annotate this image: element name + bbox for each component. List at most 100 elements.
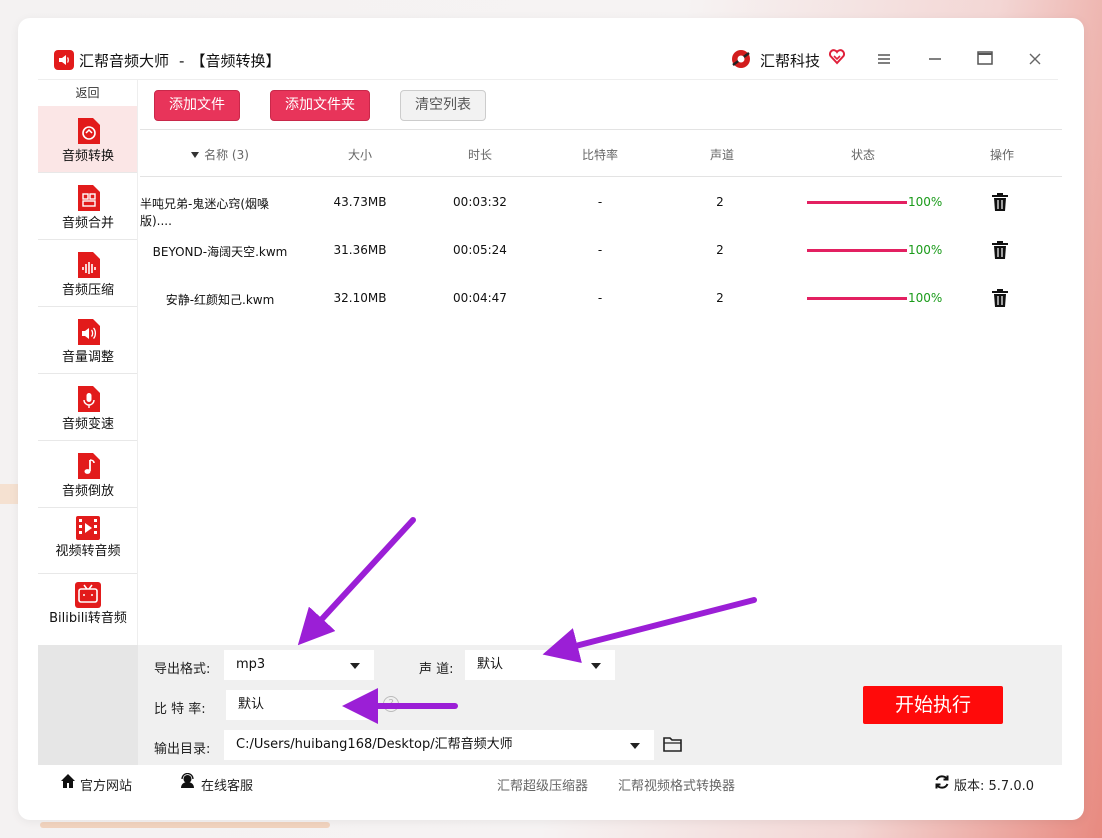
file-bitrate: - (597, 195, 603, 209)
file-size: 43.73MB (333, 195, 387, 209)
refresh-icon[interactable] (934, 774, 950, 790)
background-decoration-bottom (40, 822, 330, 828)
progress-bar (807, 201, 907, 204)
file-channel: 2 (716, 243, 724, 257)
sidebar-item-label: 音频转换 (61, 149, 114, 164)
add-file-button[interactable]: 添加文件 (154, 90, 240, 121)
sidebar-item-audio-merge[interactable]: 音频合并 (38, 173, 137, 240)
current-module: 【音频转换】 (190, 52, 281, 70)
add-folder-button[interactable]: 添加文件夹 (270, 90, 370, 121)
trash-icon[interactable] (992, 192, 1008, 211)
app-logo-icon (54, 50, 74, 70)
file-channel: 2 (716, 291, 724, 305)
progress-percent: 100% (908, 195, 943, 209)
column-name-header[interactable]: 名称 (3) (140, 146, 300, 163)
sidebar-item-volume-adjust[interactable]: 音量调整 (38, 307, 137, 374)
window-title: 汇帮音频大师 - 【音频转换】 (79, 50, 280, 71)
column-status-header: 状态 (850, 148, 875, 162)
sidebar-item-label: 音频倒放 (61, 484, 114, 499)
sidebar-item-label: 音频变速 (61, 417, 114, 432)
sidebar-item-audio-convert[interactable]: 音频转换 (38, 106, 137, 173)
sidebar-item-label: 音频合并 (61, 216, 114, 231)
official-website-link[interactable]: 官方网站 (80, 775, 132, 794)
file-bitrate: - (597, 291, 603, 305)
output-dir-value: C:/Users/huibang168/Desktop/汇帮音频大师 (236, 737, 513, 752)
table-row[interactable]: BEYOND-海阔天空.kwm 31.36MB 00:05:24 - 2 100… (140, 226, 1062, 274)
maximize-icon[interactable] (973, 48, 997, 72)
file-name: BEYOND-海阔天空.kwm (152, 245, 288, 259)
chevron-down-icon (630, 743, 640, 749)
menu-icon[interactable] (872, 48, 896, 72)
sidebar-item-video-to-audio[interactable]: 视频转音频 (38, 508, 137, 574)
back-button[interactable]: 返回 (38, 80, 137, 106)
close-icon[interactable] (1023, 48, 1047, 72)
audio-convert-icon (78, 118, 100, 144)
brand-name[interactable]: 汇帮科技 (760, 50, 820, 71)
table-row[interactable]: 半吨兄弟-鬼迷心窍(烟嗓版).... 43.73MB 00:03:32 - 2 … (140, 178, 1062, 228)
sidebar-item-audio-compress[interactable]: 音频压缩 (38, 240, 137, 307)
sidebar-item-label: Bilibili转音频 (49, 611, 127, 626)
sidebar-item-label: 视频转音频 (55, 544, 121, 559)
format-label: 导出格式: (154, 662, 211, 677)
channel-select[interactable]: 默认 (465, 650, 615, 680)
progress-bar (807, 297, 907, 300)
audio-speed-icon (78, 386, 100, 412)
minimize-icon[interactable] (923, 48, 947, 72)
progress-percent: 100% (908, 291, 943, 305)
volume-adjust-icon (78, 319, 100, 345)
format-select[interactable]: mp3 (224, 650, 374, 680)
file-duration: 00:04:47 (453, 291, 507, 305)
footer: 官方网站 在线客服 汇帮超级压缩器 汇帮视频格式转换器 版本: 5.7.0.0 (38, 765, 1062, 801)
online-support-link[interactable]: 在线客服 (201, 775, 253, 794)
sidebar: 返回 音频转换 音频合并 音频压缩 音量调整 音频变速 音频倒放 视频转音频 B… (38, 80, 138, 645)
bitrate-select[interactable]: 默认 (226, 690, 376, 720)
customer-service-icon (181, 773, 194, 788)
brand-logo-icon (732, 50, 750, 68)
column-bitrate-header: 比特率 (581, 148, 618, 162)
output-dir-label: 输出目录: (154, 742, 211, 757)
column-duration-header: 时长 (467, 148, 492, 162)
trash-icon[interactable] (992, 240, 1008, 259)
channel-label: 声 道: (419, 662, 454, 677)
sidebar-item-audio-reverse[interactable]: 音频倒放 (38, 441, 137, 508)
chevron-down-icon (591, 663, 601, 669)
clear-list-button[interactable]: 清空列表 (400, 90, 486, 121)
bilibili-icon (75, 582, 101, 608)
settings-panel: 导出格式: mp3 声 道: 默认 比 特 率: 默认 ? 输出目录: C:/U… (38, 645, 1062, 765)
column-action-header: 操作 (989, 148, 1014, 162)
sidebar-item-label: 音量调整 (61, 350, 114, 365)
file-duration: 00:03:32 (453, 195, 507, 209)
output-dir-select[interactable]: C:/Users/huibang168/Desktop/汇帮音频大师 (224, 730, 654, 760)
heart-icon[interactable] (828, 48, 846, 66)
settings-side-block (38, 645, 138, 765)
audio-compress-icon (78, 252, 100, 278)
table-row[interactable]: 安静-红颜知己.kwm 32.10MB 00:04:47 - 2 100% (140, 274, 1062, 322)
help-icon[interactable]: ? (383, 696, 399, 712)
file-duration: 00:05:24 (453, 243, 507, 257)
app-name: 汇帮音频大师 (79, 52, 170, 70)
start-button[interactable]: 开始执行 (863, 686, 1003, 724)
table-header: 名称 (3) 大小 时长 比特率 声道 状态 操作 (140, 131, 1062, 177)
format-value: mp3 (236, 657, 266, 672)
file-name: 半吨兄弟-鬼迷心窍(烟嗓版).... (140, 197, 270, 228)
file-size: 32.10MB (333, 291, 387, 305)
file-channel: 2 (716, 195, 724, 209)
bitrate-value: 默认 (238, 697, 265, 712)
sidebar-item-bilibili[interactable]: Bilibili转音频 (38, 574, 137, 640)
home-icon (61, 774, 75, 788)
folder-icon[interactable] (663, 735, 683, 753)
file-size: 31.36MB (333, 243, 387, 257)
progress-bar (807, 249, 907, 252)
channel-value: 默认 (477, 657, 504, 672)
compressor-link[interactable]: 汇帮超级压缩器 (497, 775, 588, 794)
version-display: 版本: 5.7.0.0 (954, 779, 1035, 794)
trash-icon[interactable] (992, 288, 1008, 307)
sidebar-item-audio-speed[interactable]: 音频变速 (38, 374, 137, 441)
video-converter-link[interactable]: 汇帮视频格式转换器 (618, 775, 735, 794)
progress-percent: 100% (908, 243, 943, 257)
sort-down-icon (191, 152, 200, 158)
file-bitrate: - (597, 243, 603, 257)
bitrate-label: 比 特 率: (154, 702, 206, 717)
toolbar: 添加文件 添加文件夹 清空列表 (140, 80, 1062, 130)
column-size-header: 大小 (347, 148, 372, 162)
